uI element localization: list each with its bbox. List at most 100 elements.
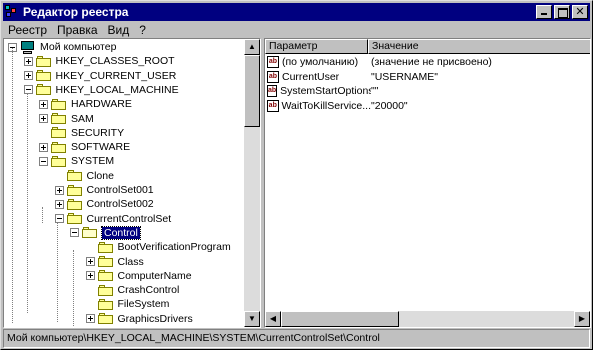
folder-icon (97, 270, 114, 282)
tree-item[interactable]: ControlSet002 (54, 197, 154, 211)
folder-icon (35, 70, 52, 82)
scroll-thumb[interactable] (244, 55, 260, 127)
collapse-icon[interactable] (23, 85, 33, 95)
menu-help[interactable]: ? (134, 23, 151, 37)
tree-item[interactable]: HARDWARE (39, 97, 132, 111)
tree-item[interactable]: FileSystem (86, 297, 169, 311)
tree-item-label: Clone (86, 169, 114, 182)
tree-guide-line (57, 222, 58, 322)
folder-icon (66, 170, 83, 182)
tree-item[interactable]: SOFTWARE (39, 140, 130, 154)
tree-item[interactable]: Clone (55, 169, 114, 183)
horizontal-scroll-thumb[interactable] (281, 311, 399, 327)
value-data: "20000" (371, 99, 408, 112)
folder-icon (97, 313, 114, 325)
value-data: "" (371, 85, 379, 97)
open-folder-icon (82, 227, 98, 239)
string-value-icon: ab (267, 70, 279, 83)
tree-item[interactable]: Control (70, 225, 141, 240)
column-header-value[interactable]: Значение (368, 39, 590, 54)
expand-icon[interactable] (54, 185, 64, 195)
scroll-up-button[interactable]: ▲ (244, 39, 260, 55)
key-tree: Мой компьютер HKEY_CLASSES_ROOT HKEY_CURR… (4, 39, 244, 327)
menu-registry[interactable]: Реестр (3, 23, 52, 37)
tree-vertical-scrollbar[interactable]: ▲ ▼ (244, 39, 260, 327)
column-header-name[interactable]: Параметр (265, 39, 368, 54)
expand-icon[interactable] (85, 257, 95, 266)
tree-item[interactable]: GroupOrderList (86, 326, 190, 327)
tree-item[interactable]: HKEY_CLASSES_ROOT (23, 54, 175, 68)
folder-icon (51, 127, 67, 139)
scroll-down-button[interactable]: ▼ (244, 311, 260, 327)
tree-item[interactable]: GraphicsDrivers (85, 312, 193, 326)
tree-item-label: Class (117, 255, 144, 268)
tree-item-label: SOFTWARE (71, 141, 131, 154)
minimize-button[interactable] (536, 5, 552, 19)
maximize-button[interactable] (554, 5, 570, 19)
title-bar[interactable]: Редактор реестра ✕ (3, 3, 590, 21)
tree-item[interactable]: BootVerificationProgram (86, 240, 231, 254)
expand-icon[interactable] (39, 99, 48, 109)
tree-item[interactable]: ControlSet001 (54, 183, 154, 197)
expand-icon[interactable] (23, 56, 33, 66)
folder-icon (97, 284, 114, 296)
scroll-left-button[interactable]: ◀ (265, 311, 281, 327)
values-list-pane[interactable]: Параметр Значение ab (по умолчанию) (значе… (264, 38, 591, 328)
folder-icon (51, 98, 67, 110)
tree-item[interactable]: ComputerName (85, 269, 192, 283)
folder-icon (51, 113, 67, 124)
tree-item[interactable]: CrashControl (86, 283, 179, 297)
tree-item[interactable]: SYSTEM (39, 154, 114, 168)
folder-icon (51, 155, 67, 167)
value-name: (по умолчанию) (282, 56, 359, 68)
tree-item-label: CurrentControlSet (86, 212, 172, 225)
value-row[interactable]: ab (по умолчанию) (значение не присвоено) (265, 55, 492, 69)
list-horizontal-scrollbar[interactable]: ◀ ▶ (265, 311, 590, 327)
value-row[interactable]: ab WaitToKillService... "20000" (265, 99, 408, 113)
close-button[interactable]: ✕ (572, 5, 588, 19)
tree-item[interactable]: HKEY_CURRENT_USER (23, 69, 177, 83)
my-computer-icon (20, 40, 36, 54)
string-value-icon: ab (267, 85, 278, 97)
value-data: "USERNAME" (371, 70, 438, 83)
tree-item[interactable]: SECURITY (39, 126, 124, 140)
menu-view[interactable]: Вид (103, 23, 135, 37)
expand-icon[interactable] (85, 271, 95, 281)
folder-icon (97, 298, 114, 310)
folder-icon (35, 55, 52, 67)
value-row[interactable]: ab CurrentUser "USERNAME" (265, 70, 438, 84)
tree-item-label: HARDWARE (71, 98, 132, 111)
tree-root[interactable]: Мой компьютер (8, 40, 116, 54)
expand-icon[interactable] (23, 71, 33, 81)
folder-icon (97, 256, 114, 267)
expand-icon[interactable] (54, 199, 64, 209)
tree-root-label: Мой компьютер (40, 41, 117, 53)
status-bar: Мой компьютер\HKEY_LOCAL_MACHINE\SYSTEM\… (3, 329, 590, 348)
tree-item-label: BootVerificationProgram (117, 241, 231, 254)
value-name-cell: ab WaitToKillService... (265, 99, 371, 112)
tree-item-label: SYSTEM (71, 155, 115, 168)
scroll-right-button[interactable]: ▶ (574, 311, 590, 327)
collapse-icon[interactable] (54, 214, 64, 224)
string-value-icon: ab (267, 56, 279, 68)
expand-icon[interactable] (39, 114, 48, 123)
collapse-icon[interactable] (70, 228, 79, 238)
tree-item[interactable]: Class (85, 255, 144, 269)
tree-item-label: HKEY_CURRENT_USER (55, 69, 177, 82)
value-name-cell: ab (по умолчанию) (265, 56, 371, 68)
string-value-icon: ab (267, 99, 279, 112)
value-name-cell: ab SystemStartOptions (265, 85, 371, 97)
tree-item[interactable]: HKEY_LOCAL_MACHINE (23, 83, 179, 97)
value-name: WaitToKillService... (281, 99, 371, 112)
tree-item[interactable]: CurrentControlSet (54, 212, 172, 226)
folder-icon (51, 141, 67, 153)
expand-icon[interactable] (39, 142, 48, 152)
tree-guide-line (27, 93, 28, 313)
value-name: CurrentUser (282, 70, 340, 83)
value-row[interactable]: ab SystemStartOptions "" (265, 84, 378, 98)
collapse-icon[interactable] (39, 156, 48, 166)
expand-icon[interactable] (85, 314, 95, 324)
key-tree-pane[interactable]: Мой компьютер HKEY_CLASSES_ROOT HKEY_CURR… (3, 38, 261, 328)
tree-item[interactable]: SAM (39, 112, 94, 126)
menu-edit[interactable]: Правка (52, 23, 103, 37)
